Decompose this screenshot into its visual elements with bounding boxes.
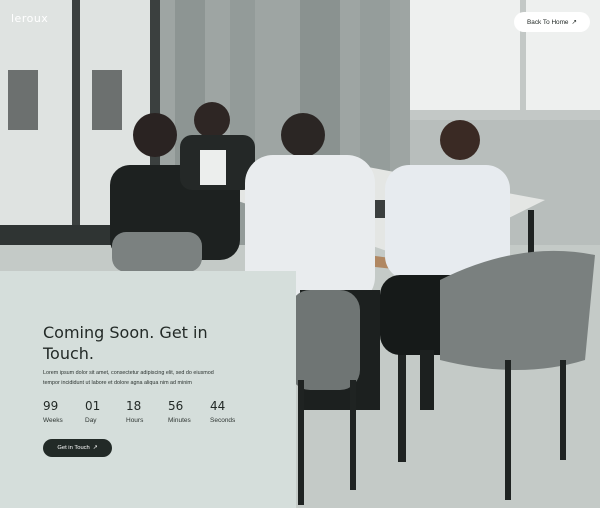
arrow-up-right-icon: ↗: [571, 19, 577, 26]
description-line-2: tempor incididunt ut labore et dolore ag…: [43, 380, 192, 386]
countdown-day: 01 Day: [85, 399, 126, 424]
countdown-value: 01: [85, 399, 101, 413]
title-line-1: Coming Soon. Get in: [43, 323, 208, 342]
title-line-2: Touch.: [43, 344, 95, 363]
countdown-value: 99: [43, 399, 59, 413]
arrow-up-right-icon: ↗: [92, 445, 98, 451]
page-title: Coming Soon. Get in Touch.: [43, 322, 243, 364]
get-in-touch-label: Get in Touch: [57, 445, 90, 451]
back-to-home-label: Back To Home: [527, 18, 569, 26]
description: Lorem ipsum dolor sit amet, consectetur …: [43, 368, 258, 388]
countdown-value: 18: [126, 399, 142, 413]
countdown-seconds: 44 Seconds: [210, 399, 250, 424]
site-logo[interactable]: leroux: [11, 12, 48, 25]
countdown-value: 56: [168, 399, 184, 413]
countdown-unit: Hours: [126, 417, 144, 424]
countdown-unit: Seconds: [210, 417, 236, 424]
get-in-touch-button[interactable]: Get in Touch ↗: [43, 439, 112, 457]
countdown: 99 Weeks 01 Day 18 Hours 56 Minutes 44 S…: [43, 399, 250, 424]
content-panel: [0, 271, 296, 508]
countdown-hours: 18 Hours: [126, 399, 168, 424]
countdown-unit: Day: [85, 417, 97, 424]
chair: [112, 232, 202, 272]
back-to-home-button[interactable]: Back To Home ↗: [514, 12, 590, 32]
chair: [290, 290, 360, 390]
description-line-1: Lorem ipsum dolor sit amet, consectetur …: [43, 370, 214, 376]
countdown-minutes: 56 Minutes: [168, 399, 210, 424]
countdown-unit: Weeks: [43, 417, 63, 424]
countdown-value: 44: [210, 399, 226, 413]
countdown-weeks: 99 Weeks: [43, 399, 85, 424]
countdown-unit: Minutes: [168, 417, 191, 424]
